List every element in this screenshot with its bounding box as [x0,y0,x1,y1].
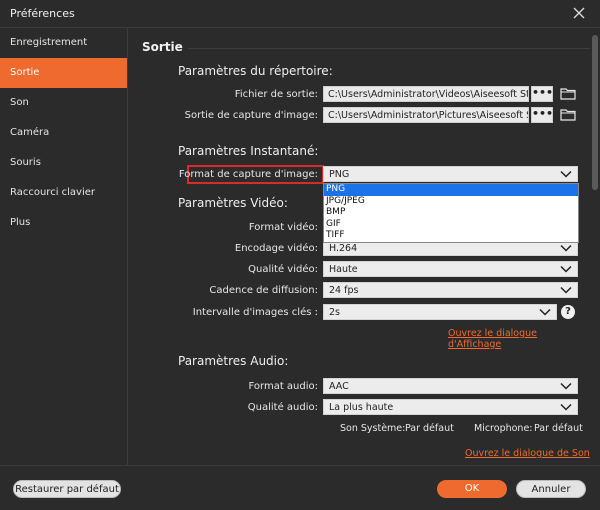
sidebar-item-raccourci-clavier[interactable]: Raccourci clavier [0,178,127,208]
folder-icon[interactable] [560,108,576,121]
dropdown-option-tiff[interactable]: TIFF [324,230,578,242]
frame-rate-value: 24 fps [329,285,359,296]
capture-format-select[interactable]: PNG [323,166,578,182]
capture-output-label: Sortie de capture d'image: [184,110,318,121]
capture-browse-button[interactable]: ••• [531,107,553,123]
capture-format-value: PNG [329,169,350,180]
dropdown-option-png[interactable]: PNG [324,184,578,196]
audio-format-label: Format audio: [248,381,319,392]
restore-defaults-button[interactable]: Restaurer par défaut [13,480,121,498]
audio-quality-value: La plus haute [329,402,394,413]
audio-quality-label: Qualité audio: [247,402,318,413]
chevron-down-icon [539,308,551,316]
footer: Restaurer par défaut OK Annuler [0,465,600,510]
folder-icon[interactable] [560,87,576,100]
sidebar-item-enregistrement[interactable]: Enregistrement [0,28,127,58]
snapshot-heading: Paramètres Instantané: [178,144,319,158]
section-divider [188,48,590,49]
settings-panel: Sortie Paramètres du répertoire: Fichier… [128,28,590,465]
video-quality-label: Qualité vidéo: [248,264,318,275]
chevron-down-icon [560,265,572,273]
chevron-down-icon [560,286,572,294]
audio-format-value: AAC [329,381,349,392]
keyframe-interval-label: Intervalle d'images clés : [192,307,318,318]
keyframe-interval-select[interactable]: 2s [323,304,557,320]
chevron-down-icon [560,382,572,390]
output-browse-button[interactable]: ••• [531,86,553,102]
cancel-button[interactable]: Annuler [516,480,586,498]
microphone-label: Microphone: [474,423,533,434]
audio-format-select[interactable]: AAC [323,378,578,394]
dropdown-option-jpg[interactable]: JPG/JPEG [324,196,578,208]
sound-dialog-link[interactable]: Ouvrez le dialogue de Son [465,448,590,459]
section-title: Sortie [142,40,183,54]
keyframe-interval-value: 2s [329,307,340,318]
window-title: Préférences [10,7,75,20]
system-sound-value: Par défaut [405,423,454,434]
capture-format-label: Format de capture d'image: [178,169,318,180]
sidebar-item-sortie[interactable]: Sortie [0,58,127,88]
chevron-down-icon [560,244,572,252]
video-quality-select[interactable]: Haute [323,261,578,277]
output-file-label: Fichier de sortie: [234,89,318,100]
frame-rate-label: Cadence de diffusion: [209,285,318,296]
scrollbar-thumb[interactable] [592,35,598,190]
directory-heading: Paramètres du répertoire: [178,64,333,78]
close-icon[interactable] [571,5,587,21]
video-encoder-value: H.264 [329,243,358,254]
sidebar: Enregistrement Sortie Son Caméra Souris … [0,28,128,465]
chevron-down-icon [560,170,572,178]
video-quality-value: Haute [329,264,358,275]
video-encoder-label: Encodage vidéo: [234,243,318,254]
video-format-label: Format vidéo: [248,222,318,233]
dropdown-option-bmp[interactable]: BMP [324,207,578,219]
display-dialog-link[interactable]: Ouvrez le dialogue d'Affichage [448,328,590,350]
sidebar-item-plus[interactable]: Plus [0,208,127,238]
frame-rate-select[interactable]: 24 fps [323,282,578,298]
chevron-down-icon [560,403,572,411]
audio-heading: Paramètres Audio: [178,354,289,368]
capture-output-field[interactable]: C:\Users\Administrator\Pictures\Aiseesof… [323,107,529,123]
sidebar-item-camera[interactable]: Caméra [0,118,127,148]
audio-quality-select[interactable]: La plus haute [323,399,578,415]
microphone-value: Par défaut [534,423,583,434]
dropdown-option-gif[interactable]: GIF [324,219,578,231]
ok-button[interactable]: OK [437,480,507,498]
sidebar-item-son[interactable]: Son [0,88,127,118]
system-sound-label: Son Système: [340,423,406,434]
capture-format-dropdown: PNG JPG/JPEG BMP GIF TIFF [323,183,579,243]
help-icon[interactable]: ? [561,305,575,319]
output-file-field[interactable]: C:\Users\Administrator\Videos\Aiseesoft … [323,86,529,102]
sidebar-item-souris[interactable]: Souris [0,148,127,178]
video-heading: Paramètres Vidéo: [178,196,288,210]
